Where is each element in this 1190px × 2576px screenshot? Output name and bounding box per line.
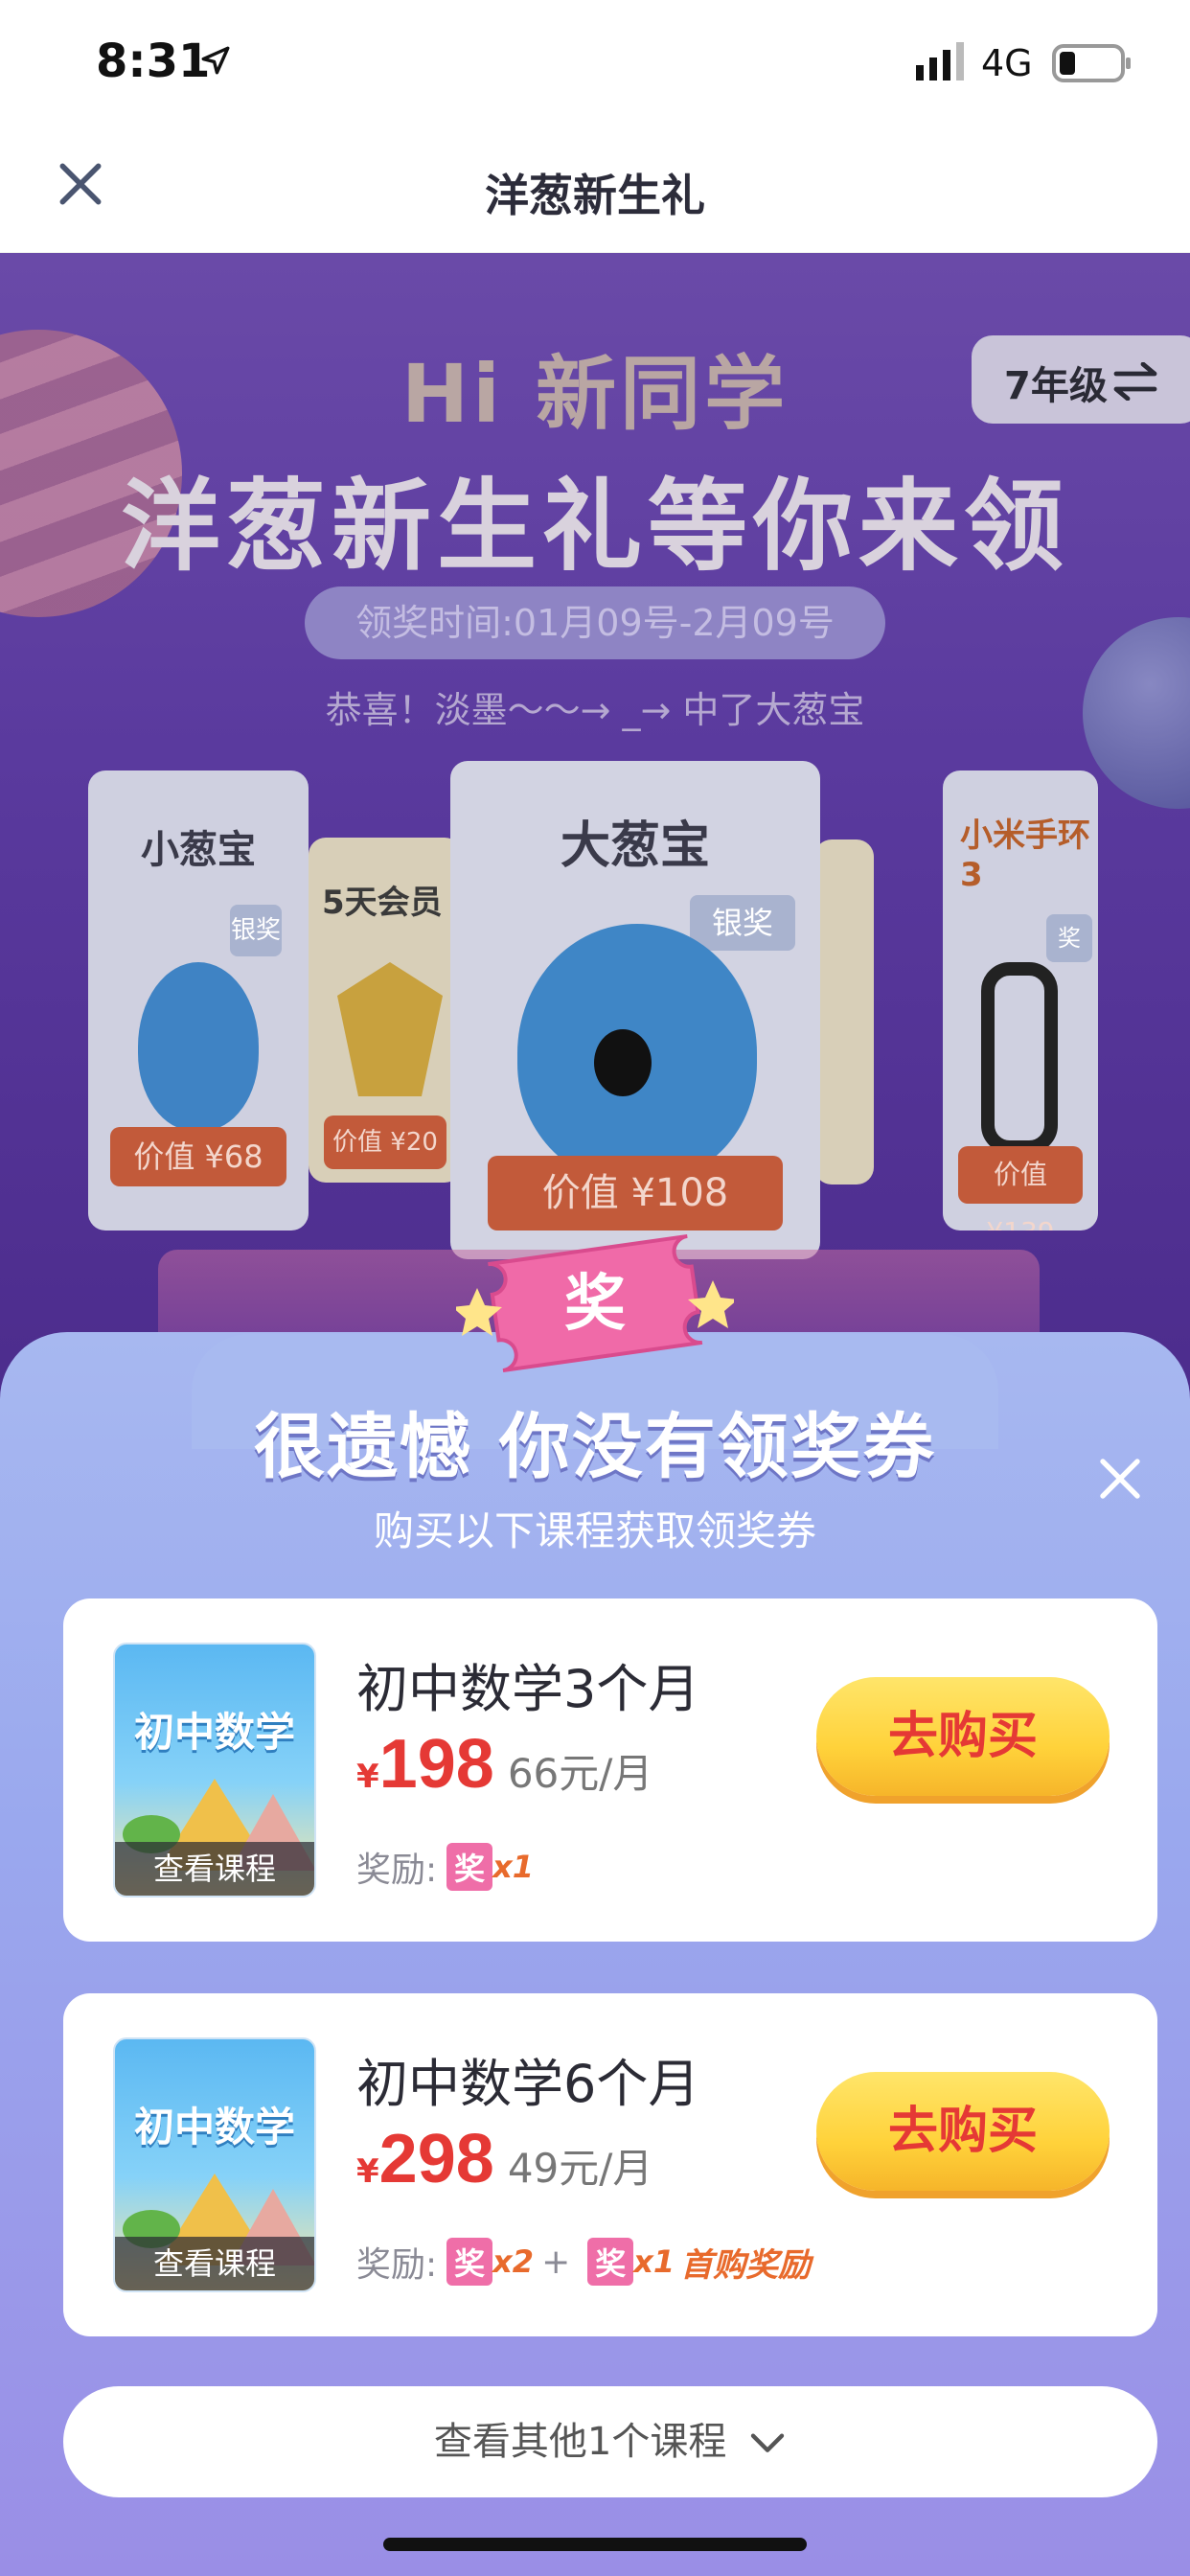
nav-bar: 洋葱新生礼: [0, 126, 1190, 253]
prize-card-membership: 5天会员 价值 ¥20: [309, 838, 462, 1183]
claim-period: 领奖时间:01月09号-2月09号: [305, 586, 885, 659]
hero-title: 洋葱新生礼等你来领: [120, 468, 1069, 585]
page-title: 洋葱新生礼: [485, 170, 705, 221]
course-name: 初中数学3个月: [356, 1659, 700, 1719]
reward-label: 奖励:: [356, 1851, 438, 1890]
reward-label: 奖励:: [356, 2245, 438, 2285]
monthly-price: 49元/月: [507, 2145, 653, 2192]
price-value: 298: [378, 2121, 494, 2197]
vip-diamond-image: [337, 962, 443, 1096]
prize-value: 价值 ¥20: [324, 1116, 446, 1169]
ticket-label: 奖: [564, 1269, 626, 1340]
currency-symbol: ¥: [356, 1758, 379, 1796]
prize-card-hidden: [814, 840, 874, 1184]
prize-name: 小葱宝: [141, 828, 256, 872]
course-thumbnail[interactable]: 初中数学 查看课程: [113, 1643, 316, 1898]
buy-button[interactable]: 去购买: [816, 2072, 1110, 2191]
thumbnail-title: 初中数学: [133, 1709, 295, 1756]
prize-value: 价值 ¥68: [110, 1127, 286, 1186]
course-price: ¥198 66元/月: [356, 1725, 652, 1804]
course-thumbnail[interactable]: 初中数学 查看课程: [113, 2037, 316, 2292]
currency-symbol: ¥: [356, 2152, 379, 2191]
prize-badge: 奖: [1046, 914, 1092, 962]
sheet-title: 很遗憾 你没有领奖券: [254, 1406, 936, 1488]
ticket-count: x1: [633, 2243, 675, 2280]
chevron-down-icon: [750, 2433, 785, 2452]
reward-row: 奖励: 奖 x1: [356, 1842, 534, 1892]
prize-name: 5天会员: [322, 884, 443, 922]
sheet-subtitle: 购买以下课程获取领奖券: [373, 1507, 816, 1554]
reward-row: 奖励: 奖 x2 + 奖 x1 首购奖励: [356, 2237, 811, 2287]
plus-sign: +: [541, 2242, 571, 2282]
battery-icon: [1052, 44, 1131, 82]
prize-badge: 银奖: [230, 905, 282, 956]
course-card: 初中数学 查看课程 初中数学6个月 ¥298 49元/月 奖励: 奖 x2 + 奖x…: [63, 1993, 1157, 2336]
ticket-count: x2: [492, 2243, 535, 2280]
mascot-image: [138, 962, 259, 1131]
status-time: 8:31: [96, 34, 211, 88]
grade-label: 7年级: [1004, 364, 1108, 408]
more-courses-button[interactable]: 查看其他1个课程: [63, 2386, 1157, 2497]
ticket-badge: 奖: [587, 2238, 634, 2286]
location-arrow-icon: [201, 46, 230, 75]
network-type: 4G: [981, 42, 1033, 84]
signal-icon: [916, 42, 964, 80]
ticket-count: x1: [492, 1849, 535, 1885]
prize-name: 大葱宝: [560, 817, 710, 875]
prize-badge: 银奖: [690, 895, 795, 951]
ticket-badge: 奖: [446, 2238, 493, 2286]
course-name: 初中数学6个月: [356, 2054, 700, 2114]
buy-button[interactable]: 去购买: [816, 1677, 1110, 1796]
prize-card-big-mascot: 大葱宝 银奖 价值 ¥108: [450, 761, 820, 1259]
winner-marquee: 恭喜！淡墨～～→ _→ 中了大葱宝: [325, 689, 865, 731]
price-value: 198: [378, 1726, 494, 1803]
prize-value: 价值 ¥108: [487, 1156, 784, 1230]
first-purchase-bonus: 首购奖励: [680, 2245, 812, 2285]
more-courses-label: 查看其他1个课程: [433, 2420, 727, 2464]
prize-name: 小米手环 3: [960, 816, 1090, 894]
mascot-eye: [594, 1029, 652, 1096]
status-bar: 8:31 4G: [0, 0, 1190, 126]
home-indicator: [383, 2538, 807, 2551]
ticket-icon: 奖: [456, 1233, 734, 1373]
monthly-price: 66元/月: [507, 1750, 653, 1797]
view-course-link[interactable]: 查看课程: [115, 1842, 314, 1896]
prize-card-small-mascot: 小葱宝 银奖 价值 ¥68: [88, 770, 309, 1230]
prize-card-band: 小米手环 3 奖 价值 ¥139: [943, 770, 1098, 1230]
ticket-badge: 奖: [446, 1843, 493, 1891]
thumbnail-title: 初中数学: [133, 2104, 295, 2150]
course-card: 初中数学 查看课程 初中数学3个月 ¥198 66元/月 奖励: 奖 x1 去购买: [63, 1598, 1157, 1942]
fitness-band-image: [981, 962, 1058, 1154]
close-icon[interactable]: [1094, 1453, 1146, 1505]
course-price: ¥298 49元/月: [356, 2120, 652, 2198]
view-course-link[interactable]: 查看课程: [115, 2237, 314, 2290]
grade-switch-button[interactable]: 7年级: [972, 335, 1190, 424]
prize-value: 价值 ¥139: [958, 1146, 1083, 1230]
switch-arrows-icon: [1113, 362, 1157, 401]
